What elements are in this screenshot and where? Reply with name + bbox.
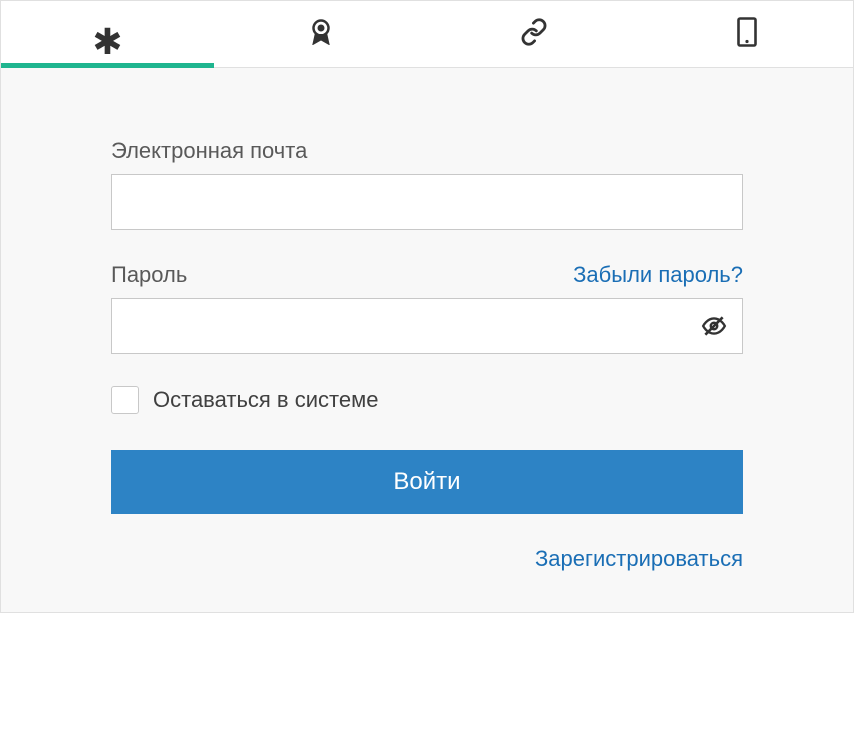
tab-password[interactable]: ✱ [1,1,214,67]
email-input[interactable] [111,174,743,230]
ribbon-icon [309,19,333,50]
email-label: Электронная почта [111,138,307,164]
register-link[interactable]: Зарегистрироваться [535,546,743,571]
auth-method-tabs: ✱ [1,1,853,68]
password-input[interactable] [111,298,743,354]
toggle-password-visibility-icon[interactable] [701,313,727,339]
asterisk-icon: ✱ [92,24,122,60]
tab-mobile[interactable] [640,1,853,67]
stay-logged-in-row: Оставаться в системе [111,386,743,414]
login-button[interactable]: Войти [111,450,743,514]
tab-certificate[interactable] [214,1,427,67]
password-field-group: Пароль Забыли пароль? [111,262,743,354]
stay-logged-in-checkbox[interactable] [111,386,139,414]
email-field-group: Электронная почта [111,138,743,230]
stay-logged-in-label[interactable]: Оставаться в системе [153,387,378,413]
forgot-password-link[interactable]: Забыли пароль? [573,262,743,288]
tab-sso[interactable] [427,1,640,67]
phone-icon [737,17,757,52]
login-panel: ✱ [0,0,854,613]
login-form: Электронная почта Пароль Забыли пароль? [1,68,853,612]
password-label: Пароль [111,262,187,288]
link-icon [520,18,548,51]
